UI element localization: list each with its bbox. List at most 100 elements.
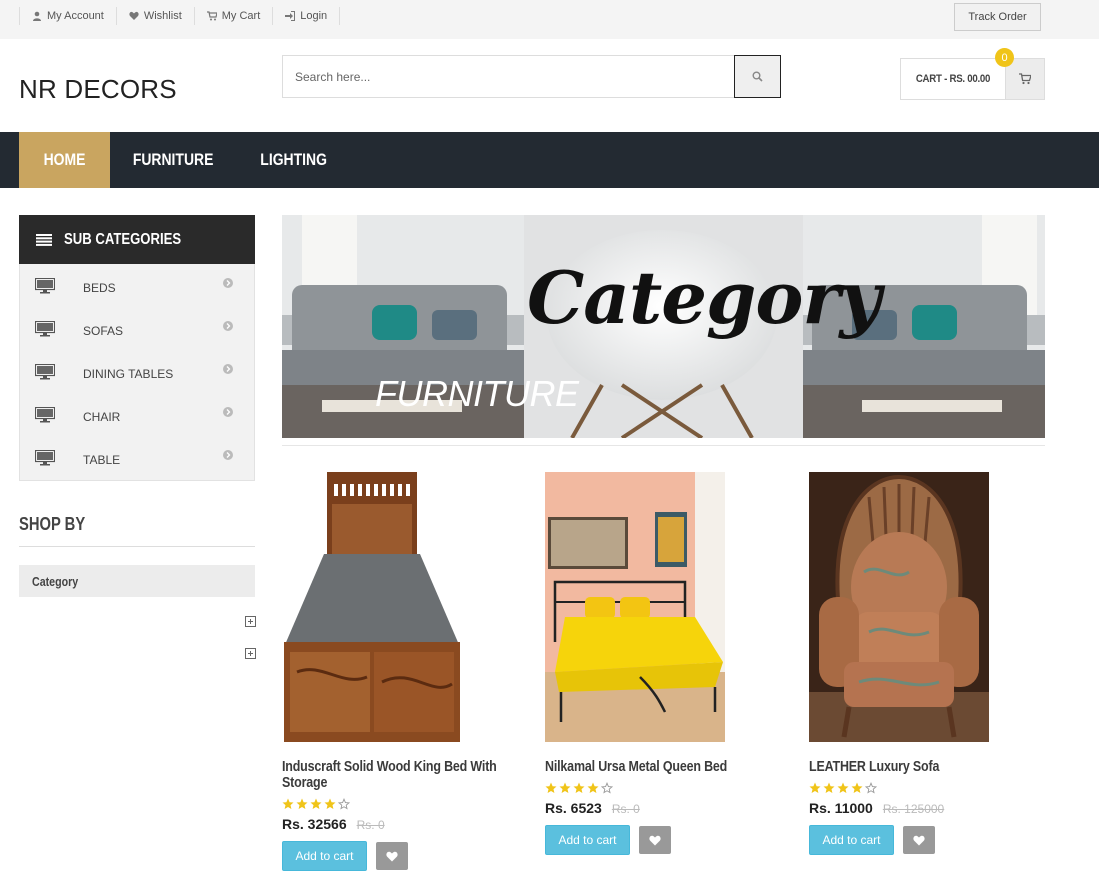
product-old-price: Rs. 0 (611, 802, 640, 816)
nav-furniture[interactable]: FURNITURE (118, 132, 228, 188)
monitor-icon (35, 450, 55, 466)
subcategory-table[interactable]: TABLE (20, 436, 254, 479)
add-to-cart-button[interactable]: Add to cart (545, 825, 630, 855)
my-account-label: My Account (47, 10, 104, 22)
heart-icon (386, 851, 398, 861)
arrow-right-circle-icon (223, 364, 233, 374)
shop-by-heading: SHOP BY (19, 514, 100, 535)
top-bar: My Account Wishlist My Cart Login Track … (0, 0, 1099, 39)
monitor-icon (35, 321, 55, 337)
arrow-right-circle-icon (223, 407, 233, 417)
nav-home[interactable]: HOME (19, 132, 110, 188)
subcategory-dining-tables[interactable]: DINING TABLES (20, 350, 254, 393)
leather-sofa-chair-image (809, 472, 989, 742)
shop-by-label: SHOP BY (19, 514, 86, 534)
product-title[interactable]: LEATHER Luxury Sofa (809, 759, 1024, 775)
sub-categories-list: BEDS SOFAS DINING TABLES CHAIR TABLE (19, 264, 255, 481)
product-price: Rs. 6523 (545, 800, 602, 816)
login-icon (285, 11, 296, 21)
wooden-bed-image (282, 472, 462, 742)
nav-furniture-label: FURNITURE (132, 150, 214, 169)
subcategory-label: CHAIR (83, 410, 121, 424)
nav-home-label: HOME (43, 150, 86, 169)
nav-lighting[interactable]: LIGHTING (240, 132, 348, 188)
star-filled-icon (282, 798, 294, 809)
search-input[interactable] (283, 56, 734, 97)
product-card: Nilkamal Ursa Metal Queen Bed Rs. 6523 R… (545, 472, 775, 855)
subcategory-label: TABLE (83, 453, 121, 467)
wishlist-link[interactable]: Wishlist (115, 7, 194, 25)
shopping-cart-icon (1019, 73, 1031, 85)
arrow-right-circle-icon (223, 450, 233, 460)
add-to-cart-button[interactable]: Add to cart (809, 825, 894, 855)
add-to-wishlist-button[interactable] (376, 842, 408, 870)
star-filled-icon (545, 782, 557, 793)
subcategory-chair[interactable]: CHAIR (20, 393, 254, 436)
cart-count-badge: 0 (995, 48, 1014, 67)
product-image[interactable] (282, 472, 462, 742)
search-button[interactable] (734, 55, 781, 98)
product-image[interactable] (809, 472, 989, 742)
star-empty-icon (601, 782, 613, 794)
heart-icon (913, 835, 925, 845)
cart-summary-button[interactable]: CART - RS. 00.00 (900, 58, 1045, 100)
product-title[interactable]: Nilkamal Ursa Metal Queen Bed (545, 759, 760, 775)
cart-total-label: CART - RS. 00.00 (915, 73, 991, 85)
star-filled-icon (809, 782, 821, 793)
monitor-icon (35, 407, 55, 423)
category-filter[interactable]: Category (19, 565, 255, 597)
search-icon (752, 71, 763, 82)
top-links: My Account Wishlist My Cart Login (19, 7, 341, 25)
product-old-price: Rs. 125000 (882, 802, 945, 816)
product-old-price: Rs. 0 (356, 818, 385, 832)
star-empty-icon (865, 782, 877, 794)
add-to-cart-button[interactable]: Add to cart (282, 841, 367, 871)
product-price: Rs. 32566 (282, 816, 347, 832)
heart-icon (129, 11, 139, 20)
star-filled-icon (296, 798, 308, 809)
subcategory-beds[interactable]: BEDS (20, 264, 254, 307)
login-link[interactable]: Login (272, 7, 341, 25)
sub-categories-header: SUB CATEGORIES (19, 215, 255, 264)
star-filled-icon (851, 782, 863, 793)
cart-icon-box (1005, 59, 1044, 99)
arrow-right-circle-icon (223, 278, 233, 288)
product-image[interactable] (545, 472, 725, 742)
track-order-button[interactable]: Track Order (954, 3, 1041, 31)
expand-plus-icon[interactable] (245, 648, 256, 659)
divider (19, 546, 255, 547)
subcategory-label: SOFAS (83, 324, 124, 338)
star-filled-icon (823, 782, 835, 793)
rating-stars (809, 782, 1039, 794)
my-cart-label: My Cart (221, 10, 261, 22)
product-title[interactable]: Induscraft Solid Wood King Bed With Stor… (282, 759, 497, 791)
add-to-wishlist-button[interactable] (903, 826, 935, 854)
heart-icon (649, 835, 661, 845)
main-nav: HOME FURNITURE LIGHTING (0, 132, 1099, 188)
star-filled-icon (837, 782, 849, 793)
subcategory-label: BEDS (83, 281, 116, 295)
sub-categories-title: SUB CATEGORIES (64, 230, 182, 248)
my-cart-link[interactable]: My Cart (193, 7, 273, 25)
rating-stars (545, 782, 775, 794)
arrow-right-circle-icon (223, 321, 233, 331)
my-account-link[interactable]: My Account (19, 7, 116, 25)
nav-lighting-label: LIGHTING (260, 150, 328, 169)
category-filter-label: Category (32, 573, 79, 589)
site-logo[interactable]: NR DECORS (19, 74, 177, 105)
star-filled-icon (324, 798, 336, 809)
star-filled-icon (310, 798, 322, 809)
banner-subtitle: FURNITURE (375, 373, 579, 414)
login-label: Login (300, 10, 328, 22)
wishlist-label: Wishlist (143, 10, 182, 22)
search-bar (282, 55, 781, 98)
star-filled-icon (573, 782, 585, 793)
monitor-icon (35, 278, 55, 294)
expand-plus-icon[interactable] (245, 616, 256, 627)
rating-stars (282, 798, 512, 810)
subcategory-sofas[interactable]: SOFAS (20, 307, 254, 350)
star-filled-icon (559, 782, 571, 793)
add-to-wishlist-button[interactable] (639, 826, 671, 854)
divider (282, 445, 1045, 446)
star-filled-icon (587, 782, 599, 793)
